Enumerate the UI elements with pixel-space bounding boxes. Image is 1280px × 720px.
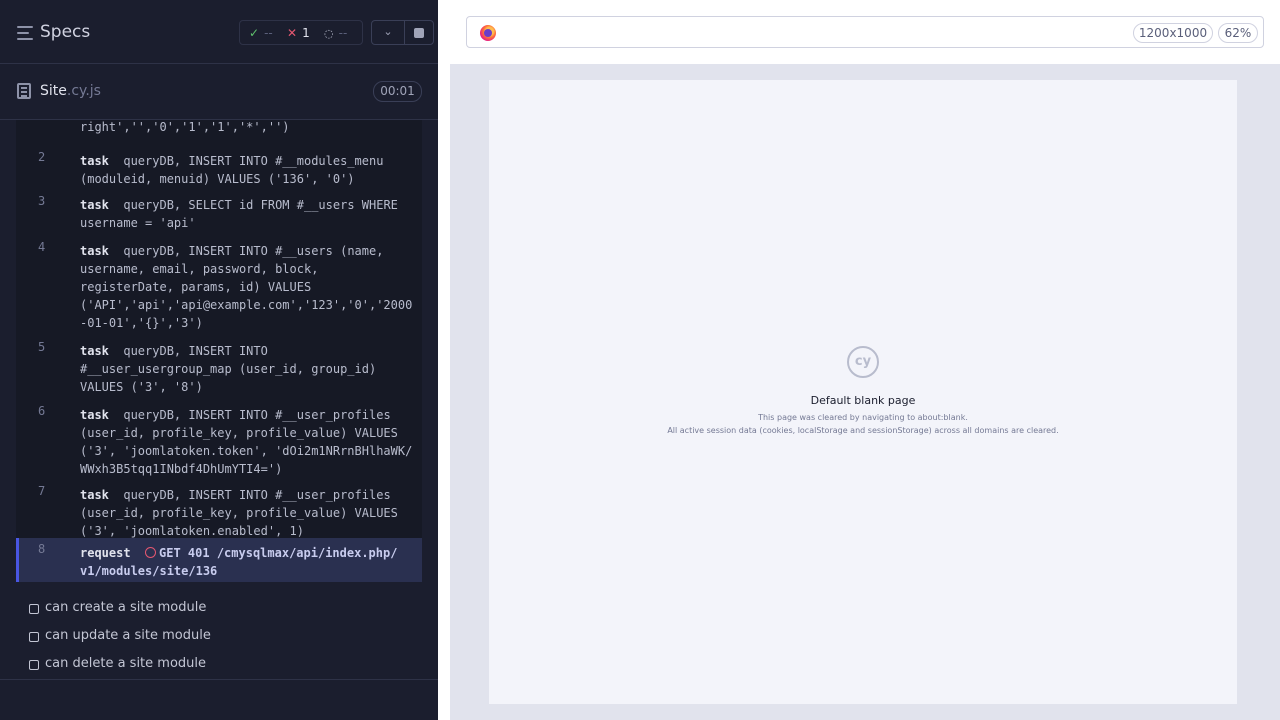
command-text: queryDB, INSERT INTO #__modules_menu bbox=[123, 154, 384, 168]
command-name: task bbox=[80, 154, 109, 168]
command-number: 4 bbox=[38, 240, 46, 254]
command-text: queryDB, INSERT INTO #__user_profiles bbox=[123, 408, 391, 422]
command-name: task bbox=[80, 408, 109, 422]
app-preview: 1200x1000 62% cy Default blank page This… bbox=[450, 0, 1280, 720]
command-number: 7 bbox=[38, 484, 46, 498]
command-row[interactable]: 5 task queryDB, INSERT INTO #__user_usergr… bbox=[16, 336, 422, 398]
command-name: task bbox=[80, 488, 109, 502]
stop-icon[interactable] bbox=[414, 28, 424, 38]
url-bar[interactable]: 1200x1000 62% bbox=[466, 16, 1264, 48]
command-text: ('3', 'joomlatoken.token', 'dOi2m1NRrnBH… bbox=[80, 444, 413, 458]
error-icon bbox=[145, 547, 157, 558]
zoom-level[interactable]: 62% bbox=[1218, 23, 1258, 43]
command-text: username = 'api' bbox=[80, 216, 196, 230]
command-message: request GET 401 /cmysqlmax/api/index.php… bbox=[80, 544, 420, 580]
command-message: task queryDB, INSERT INTO #__user_profil… bbox=[80, 406, 420, 478]
specs-list-icon[interactable] bbox=[17, 26, 33, 40]
test-status-icon bbox=[29, 632, 39, 642]
failed-count: 1 bbox=[302, 26, 310, 40]
command-text: registerDate, params, id) VALUES bbox=[80, 280, 312, 294]
command-text: queryDB, INSERT INTO #__users (name, bbox=[123, 244, 384, 258]
command-text: #__user_usergroup_map (user_id, group_id… bbox=[80, 362, 377, 376]
command-message: task queryDB, INSERT INTO #__user_profil… bbox=[80, 486, 420, 540]
test-label: can update a site module bbox=[45, 628, 211, 643]
command-text: queryDB, INSERT INTO bbox=[123, 344, 268, 358]
spec-name: Site bbox=[40, 83, 67, 99]
command-number: 8 bbox=[38, 542, 46, 556]
test-label: can delete a site module bbox=[45, 656, 207, 671]
command-name: task bbox=[80, 344, 109, 358]
pending-count: -- bbox=[338, 26, 348, 40]
command-row[interactable]: 4 task queryDB, INSERT INTO #__users (nam… bbox=[16, 236, 422, 334]
blank-page-message: All active session data (cookies, localS… bbox=[667, 426, 1059, 435]
command-text: v1/modules/site/136 bbox=[80, 564, 218, 578]
command-text: ('3', 'joomlatoken.enabled', 1) bbox=[80, 524, 304, 538]
command-message: task queryDB, INSERT INTO #__users (name… bbox=[80, 242, 420, 332]
spec-duration: 00:01 bbox=[373, 81, 422, 102]
command-message: task queryDB, SELECT id FROM #__users WH… bbox=[80, 196, 420, 232]
command-message: task queryDB, INSERT INTO #__modules_men… bbox=[80, 152, 420, 188]
run-controls: ⌄ bbox=[371, 20, 434, 45]
pending-icon: ◌ bbox=[324, 26, 334, 40]
command-text: GET 401 /cmysqlmax/api/index.php/ bbox=[159, 546, 398, 560]
check-icon: ✓ bbox=[249, 26, 260, 40]
specs-title[interactable]: Specs bbox=[40, 22, 90, 42]
test-status-icon bbox=[29, 660, 39, 670]
document-icon bbox=[17, 83, 31, 99]
cross-icon: ✕ bbox=[287, 26, 298, 40]
command-text: username, email, password, block, bbox=[80, 262, 319, 276]
viewport-size[interactable]: 1200x1000 bbox=[1133, 23, 1213, 43]
command-message: right','','0','1','1','*','') bbox=[80, 120, 420, 136]
command-number: 5 bbox=[38, 340, 46, 354]
firefox-icon[interactable] bbox=[480, 25, 496, 41]
command-text: right','','0','1','1','*','') bbox=[80, 120, 290, 134]
reporter-panel: Specs ✓ -- ✕ 1 ◌ -- ⌄ Site.cy.js 00:01 r… bbox=[0, 0, 438, 720]
command-text: WWxh3B5tqq1INbdf4DhUmYTI4=') bbox=[80, 462, 283, 476]
command-row[interactable]: 6 task queryDB, INSERT INTO #__user_profi… bbox=[16, 400, 422, 478]
command-number: 6 bbox=[38, 404, 46, 418]
test-status-icon bbox=[29, 604, 39, 614]
command-message: task queryDB, INSERT INTO #__user_usergro… bbox=[80, 342, 420, 396]
command-name: request bbox=[80, 546, 131, 560]
reporter-header: Specs ✓ -- ✕ 1 ◌ -- ⌄ bbox=[0, 0, 438, 64]
command-name: task bbox=[80, 198, 109, 212]
panel-resizer[interactable] bbox=[438, 0, 450, 720]
blank-page-message: This page was cleared by navigating to a… bbox=[758, 413, 968, 422]
divider bbox=[0, 679, 438, 680]
chevron-down-icon[interactable]: ⌄ bbox=[382, 25, 394, 39]
spec-file-name: Site.cy.js bbox=[40, 83, 101, 99]
command-text: queryDB, SELECT id FROM #__users WHERE bbox=[123, 198, 398, 212]
command-text: ('API','api','api@example.com','123','0'… bbox=[80, 298, 413, 312]
preview-toolbar: 1200x1000 62% bbox=[450, 0, 1280, 64]
blank-page-title: Default blank page bbox=[810, 394, 916, 407]
command-row[interactable]: 2 task queryDB, INSERT INTO #__modules_me… bbox=[16, 146, 422, 188]
cypress-logo: cy bbox=[847, 346, 879, 378]
command-log: right','','0','1','1','*','') 2 task query… bbox=[16, 120, 422, 582]
aut-viewport: cy Default blank page This page was clea… bbox=[489, 80, 1237, 704]
command-number: 3 bbox=[38, 194, 46, 208]
command-name: task bbox=[80, 244, 109, 258]
command-text: (user_id, profile_key, profile_value) VA… bbox=[80, 506, 398, 520]
spec-ext: .cy.js bbox=[66, 83, 101, 99]
command-number: 2 bbox=[38, 150, 46, 164]
command-row[interactable]: right','','0','1','1','*','') bbox=[16, 120, 422, 146]
command-text: VALUES ('3', '8') bbox=[80, 380, 203, 394]
command-text: queryDB, INSERT INTO #__user_profiles bbox=[123, 488, 391, 502]
command-row[interactable]: 7 task queryDB, INSERT INTO #__user_profi… bbox=[16, 480, 422, 538]
test-stats: ✓ -- ✕ 1 ◌ -- bbox=[239, 20, 363, 45]
test-label: can create a site module bbox=[45, 600, 207, 615]
passed-count: -- bbox=[264, 26, 273, 40]
command-row[interactable]: 3 task queryDB, SELECT id FROM #__users W… bbox=[16, 190, 422, 234]
command-text: -01-01','{}','3') bbox=[80, 316, 203, 330]
command-text: (user_id, profile_key, profile_value) VA… bbox=[80, 426, 398, 440]
command-text: (moduleid, menuid) VALUES ('136', '0') bbox=[80, 172, 355, 186]
command-request[interactable]: 8 request GET 401 /cmysqlmax/api/index.ph… bbox=[16, 538, 422, 582]
